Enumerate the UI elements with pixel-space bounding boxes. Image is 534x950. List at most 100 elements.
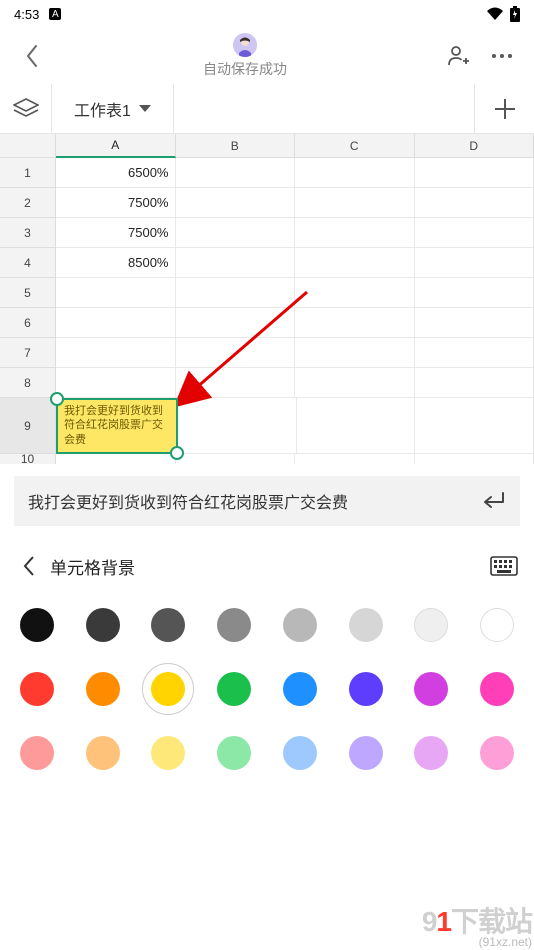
color-swatch[interactable] [217, 608, 251, 642]
color-swatch[interactable] [414, 672, 448, 706]
layers-button[interactable] [0, 84, 52, 133]
cell[interactable] [176, 338, 296, 368]
cell[interactable] [415, 248, 534, 278]
selected-cell[interactable]: 我打会更好到货收到符合红花岗股票广交会费 [56, 398, 178, 454]
row-header[interactable]: 1 [0, 158, 56, 188]
cell[interactable] [295, 308, 415, 338]
color-swatch[interactable] [86, 608, 120, 642]
color-swatch[interactable] [151, 608, 185, 642]
color-swatch[interactable] [151, 672, 185, 706]
selection-handle[interactable] [50, 392, 64, 406]
cell[interactable] [297, 398, 416, 454]
panel-back-button[interactable] [14, 551, 44, 581]
cell[interactable] [295, 454, 415, 464]
column-header[interactable]: C [295, 134, 415, 158]
keyboard-toggle-button[interactable] [488, 550, 520, 582]
table-row[interactable]: 37500% [0, 218, 534, 248]
cell[interactable] [176, 368, 296, 398]
color-swatch[interactable] [217, 736, 251, 770]
color-swatch[interactable] [414, 736, 448, 770]
cell[interactable] [176, 278, 296, 308]
cell[interactable] [415, 218, 534, 248]
table-row[interactable]: 10 [0, 454, 534, 464]
color-swatch[interactable] [151, 736, 185, 770]
cell[interactable] [56, 278, 176, 308]
selection-handle[interactable] [170, 446, 184, 460]
table-row[interactable]: 27500% [0, 188, 534, 218]
cell[interactable]: 7500% [56, 218, 176, 248]
table-row[interactable]: 8 [0, 368, 534, 398]
row-header[interactable]: 7 [0, 338, 56, 368]
cell[interactable] [295, 368, 415, 398]
table-row[interactable]: 7 [0, 338, 534, 368]
cell[interactable] [56, 338, 176, 368]
color-swatch[interactable] [283, 672, 317, 706]
cell[interactable]: 6500% [56, 158, 176, 188]
more-menu-button[interactable] [480, 34, 524, 78]
cell[interactable] [295, 338, 415, 368]
cell[interactable] [415, 188, 534, 218]
cell[interactable] [56, 308, 176, 338]
cell[interactable] [295, 188, 415, 218]
row-header[interactable]: 8 [0, 368, 56, 398]
share-user-button[interactable] [436, 34, 480, 78]
color-swatch[interactable] [20, 736, 54, 770]
cell[interactable] [415, 338, 534, 368]
formula-bar-text[interactable]: 我打会更好到货收到符合红花岗股票广交会费 [28, 489, 468, 513]
color-swatch[interactable] [480, 736, 514, 770]
color-swatch[interactable] [349, 736, 383, 770]
row-header[interactable]: 2 [0, 188, 56, 218]
cell[interactable] [295, 248, 415, 278]
color-swatch[interactable] [349, 608, 383, 642]
cell[interactable] [415, 158, 534, 188]
formula-bar[interactable]: 我打会更好到货收到符合红花岗股票广交会费 [14, 476, 520, 526]
row-header[interactable]: 4 [0, 248, 56, 278]
cell[interactable] [415, 278, 534, 308]
cell[interactable] [176, 218, 296, 248]
sheet-tab[interactable]: 工作表1 [52, 84, 174, 133]
cell[interactable] [295, 158, 415, 188]
color-swatch[interactable] [217, 672, 251, 706]
enter-button[interactable] [480, 488, 506, 514]
cell[interactable] [176, 454, 296, 464]
cell[interactable] [178, 398, 297, 454]
table-row[interactable]: 5 [0, 278, 534, 308]
table-row[interactable]: 48500% [0, 248, 534, 278]
color-swatch[interactable] [283, 736, 317, 770]
color-swatch[interactable] [20, 672, 54, 706]
table-row[interactable]: 16500% [0, 158, 534, 188]
cell[interactable] [415, 308, 534, 338]
column-header[interactable]: A [56, 134, 176, 158]
row-header[interactable]: 6 [0, 308, 56, 338]
cell[interactable] [415, 454, 534, 464]
row-header[interactable]: 9 [0, 398, 56, 454]
row-header[interactable]: 3 [0, 218, 56, 248]
cell[interactable] [176, 158, 296, 188]
cell[interactable] [176, 188, 296, 218]
cell[interactable] [295, 278, 415, 308]
color-swatch[interactable] [86, 736, 120, 770]
column-header[interactable]: D [415, 134, 534, 158]
cell[interactable] [176, 248, 296, 278]
row-header[interactable]: 5 [0, 278, 56, 308]
color-swatch[interactable] [283, 608, 317, 642]
add-sheet-button[interactable] [474, 84, 534, 133]
cell[interactable] [56, 368, 176, 398]
cell[interactable] [56, 454, 176, 464]
cell[interactable]: 7500% [56, 188, 176, 218]
column-header[interactable]: B [176, 134, 296, 158]
color-swatch[interactable] [414, 608, 448, 642]
avatar[interactable] [233, 33, 257, 57]
cell[interactable] [295, 218, 415, 248]
table-row[interactable]: 6 [0, 308, 534, 338]
color-swatch[interactable] [480, 672, 514, 706]
cell[interactable] [176, 308, 296, 338]
row-header[interactable]: 10 [0, 454, 56, 464]
cell[interactable]: 8500% [56, 248, 176, 278]
table-row[interactable]: 9 我打会更好到货收到符合红花岗股票广交会费 [0, 398, 534, 454]
back-button[interactable] [10, 34, 54, 78]
color-swatch[interactable] [349, 672, 383, 706]
color-swatch[interactable] [20, 608, 54, 642]
color-swatch[interactable] [480, 608, 514, 642]
cell[interactable] [415, 398, 534, 454]
